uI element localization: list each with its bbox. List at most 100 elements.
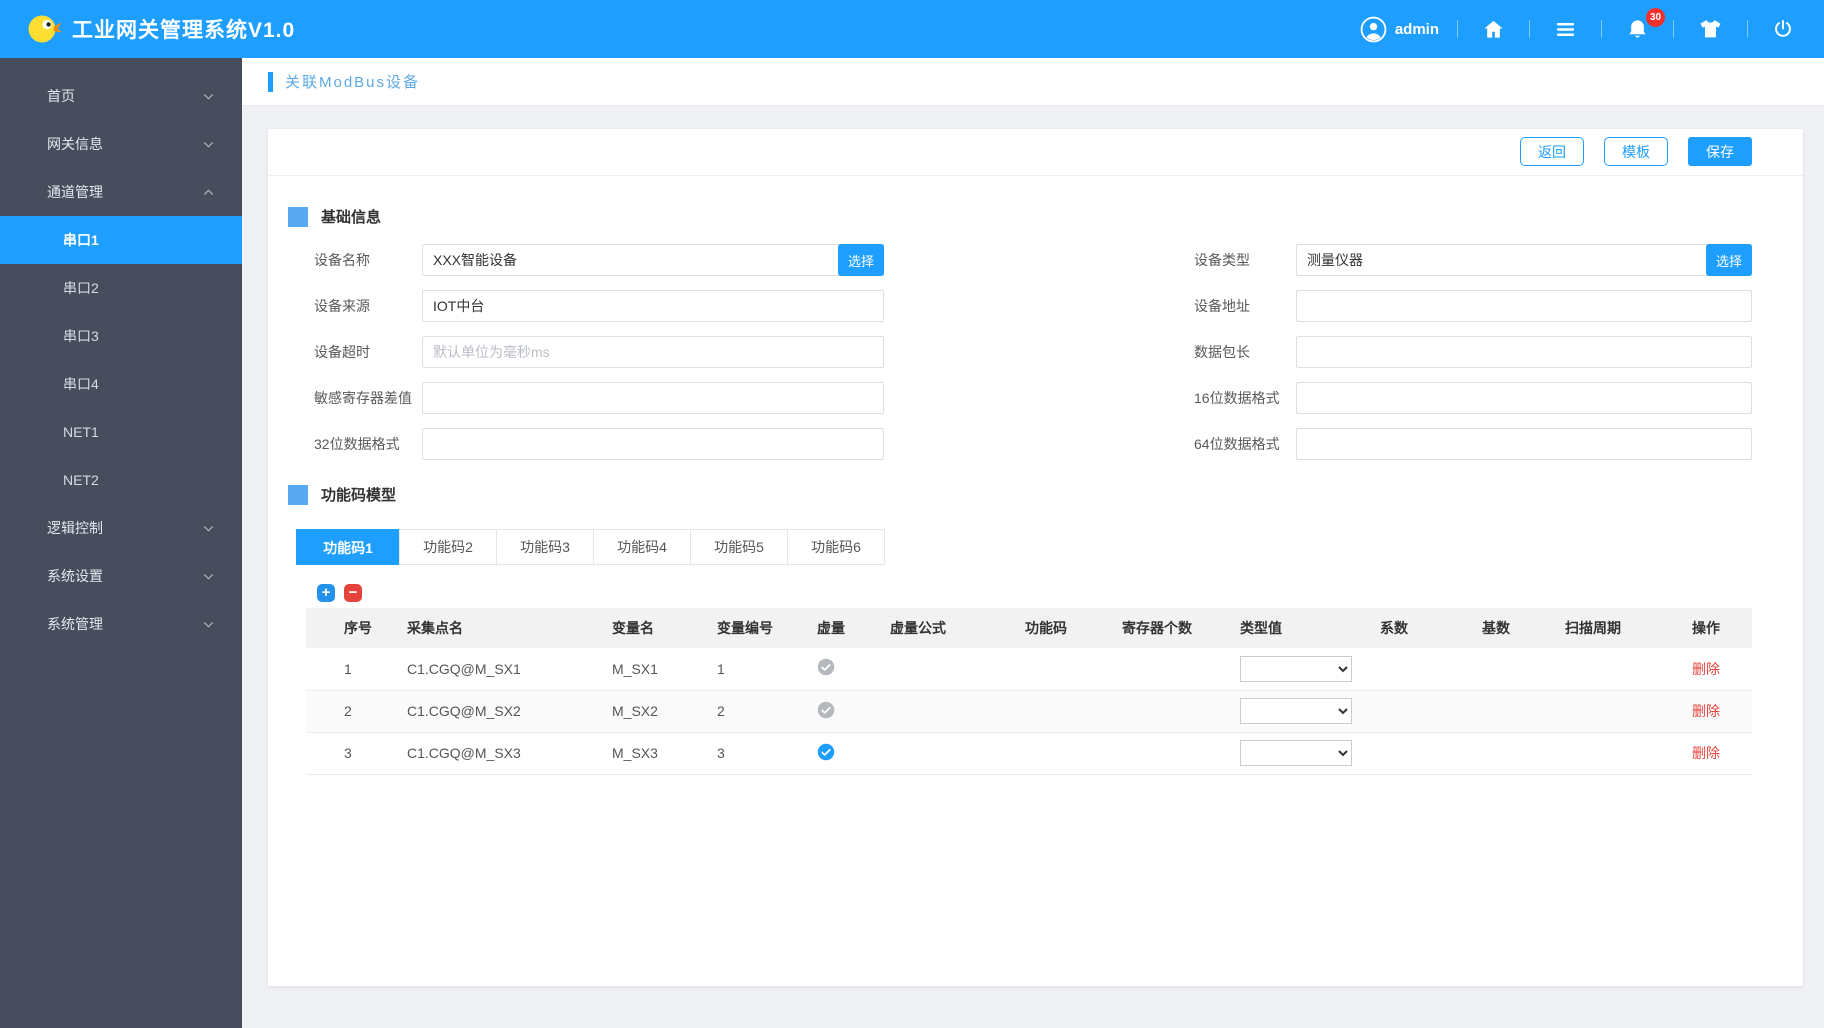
logo-duck-icon (26, 11, 62, 47)
sidebar-item-label: 逻辑控制 (47, 520, 103, 536)
sidebar-item-serial3[interactable]: 串口3 (0, 312, 242, 360)
tab-function-code-5[interactable]: 功能码5 (690, 529, 788, 565)
shirt-icon (1698, 17, 1723, 42)
sidebar-item-label: 串口1 (63, 232, 99, 248)
format-32bit-input[interactable] (422, 428, 884, 460)
menu-button[interactable] (1548, 18, 1583, 41)
title-accent-bar (268, 71, 273, 92)
chevron-down-icon (202, 618, 215, 631)
sidebar-item-system-settings[interactable]: 系统设置 (0, 552, 242, 600)
field-device-type: 设备类型 选择 (1194, 244, 1752, 276)
chevron-down-icon (202, 570, 215, 583)
power-button[interactable] (1766, 18, 1800, 40)
sidebar-item-label: 系统管理 (47, 616, 103, 632)
check-circle-icon (817, 701, 835, 719)
format-64bit-input[interactable] (1296, 428, 1752, 460)
table-row: 1 C1.CGQ@M_SX1 M_SX1 1 删除 (306, 648, 1752, 691)
delete-row-link[interactable]: 删除 (1692, 661, 1720, 677)
sidebar-item-system-mgmt[interactable]: 系统管理 (0, 600, 242, 648)
field-64bit-format: 64位数据格式 (1194, 428, 1752, 460)
column-header: 变量名 (604, 608, 709, 648)
check-circle-icon (817, 743, 835, 761)
sidebar-item-logic-control[interactable]: 逻辑控制 (0, 504, 242, 552)
sidebar-item-net1[interactable]: NET1 (0, 408, 242, 456)
sidebar-item-label: 首页 (47, 88, 75, 104)
sidebar: 首页 网关信息 通道管理 串口1 串口2 串口3 串口4 NET1 NET2 逻… (0, 58, 242, 1028)
sidebar-item-label: NET1 (63, 424, 99, 440)
section-title: 功能码模型 (321, 487, 397, 504)
device-type-input[interactable] (1296, 244, 1752, 276)
sidebar-item-net2[interactable]: NET2 (0, 456, 242, 504)
type-value-select[interactable] (1240, 655, 1352, 682)
home-icon (1482, 18, 1505, 41)
format-16bit-input[interactable] (1296, 382, 1752, 414)
sensitive-register-diff-input[interactable] (422, 382, 884, 414)
sidebar-item-label: 串口3 (63, 328, 99, 344)
tab-function-code-4[interactable]: 功能码4 (593, 529, 691, 565)
sidebar-item-serial2[interactable]: 串口2 (0, 264, 242, 312)
basic-info-section-header: 基础信息 (288, 206, 1803, 227)
column-header: 系数 (1372, 608, 1474, 648)
device-timeout-input[interactable] (422, 336, 884, 368)
type-value-select[interactable] (1240, 698, 1352, 724)
hamburger-icon (1554, 18, 1577, 41)
field-packet-length: 数据包长 (1194, 336, 1752, 368)
back-button[interactable]: 返回 (1520, 137, 1584, 166)
remove-row-button[interactable]: − (344, 584, 362, 602)
content-area: 返回 模板 保存 基础信息 设备名称 XXX智能设备 选择 设备类型 测量仪器 … (242, 105, 1824, 1028)
device-name-input[interactable] (422, 244, 884, 276)
user-menu[interactable]: admin (1360, 16, 1439, 43)
column-header: 虚量 (809, 608, 882, 648)
section-title: 基础信息 (321, 209, 382, 226)
tab-function-code-1[interactable]: 功能码1 (296, 529, 400, 565)
save-button[interactable]: 保存 (1688, 137, 1752, 166)
home-button[interactable] (1476, 18, 1511, 41)
column-header: 操作 (1684, 608, 1752, 648)
column-header: 扫描周期 (1557, 608, 1684, 648)
template-button[interactable]: 模板 (1604, 137, 1668, 166)
main-area: 关联ModBus设备 返回 模板 保存 基础信息 设备名称 XXX智能设备 选择… (242, 58, 1824, 1028)
field-device-source: 设备来源 (314, 290, 884, 322)
device-name-select-button[interactable]: 选择 (838, 244, 884, 276)
device-source-input[interactable] (422, 290, 884, 322)
power-icon (1772, 18, 1794, 40)
sidebar-item-label: NET2 (63, 472, 99, 488)
sidebar-item-gateway-info[interactable]: 网关信息 (0, 120, 242, 168)
delete-row-link[interactable]: 删除 (1692, 745, 1720, 761)
username: admin (1394, 20, 1439, 38)
delete-row-link[interactable]: 删除 (1692, 703, 1720, 719)
type-value-select[interactable] (1240, 740, 1352, 766)
function-code-section-header: 功能码模型 (288, 484, 1803, 505)
app-title: 工业网关管理系统V1.0 (72, 19, 296, 42)
table-row: 2 C1.CGQ@M_SX2 M_SX2 2 删除 (306, 690, 1752, 733)
sidebar-item-label: 通道管理 (47, 184, 103, 200)
bell-icon (1626, 18, 1649, 41)
field-device-timeout: 设备超时 (314, 336, 884, 368)
device-address-input[interactable] (1296, 290, 1752, 322)
sidebar-item-serial4[interactable]: 串口4 (0, 360, 242, 408)
notifications-button[interactable]: 30 (1620, 7, 1665, 41)
table-row: 3 C1.CGQ@M_SX3 M_SX3 3 删除 (306, 732, 1752, 775)
page-title: 关联ModBus设备 (285, 74, 421, 91)
tab-function-code-6[interactable]: 功能码6 (787, 529, 885, 565)
theme-shirt-button[interactable] (1692, 17, 1729, 42)
chevron-down-icon (202, 522, 215, 535)
tab-function-code-2[interactable]: 功能码2 (399, 529, 497, 565)
sidebar-item-channel-mgmt[interactable]: 通道管理 (0, 168, 242, 216)
add-row-button[interactable]: + (317, 584, 335, 602)
divider (1747, 20, 1748, 38)
divider (1529, 20, 1530, 38)
tab-function-code-3[interactable]: 功能码3 (496, 529, 594, 565)
check-circle-icon (817, 658, 835, 676)
column-header: 寄存器个数 (1114, 608, 1232, 648)
top-header: 工业网关管理系统V1.0 admin 30 (0, 0, 1824, 58)
sidebar-item-home[interactable]: 首页 (0, 72, 242, 120)
section-marker-icon (288, 206, 308, 227)
page-title-bar: 关联ModBus设备 (242, 58, 1824, 105)
device-type-select-button[interactable]: 选择 (1706, 244, 1752, 276)
sidebar-item-serial1[interactable]: 串口1 (0, 216, 242, 264)
top-actions: admin 30 (1360, 7, 1800, 43)
packet-length-input[interactable] (1296, 336, 1752, 368)
divider (1601, 20, 1602, 38)
column-header: 虚量公式 (882, 608, 1017, 648)
